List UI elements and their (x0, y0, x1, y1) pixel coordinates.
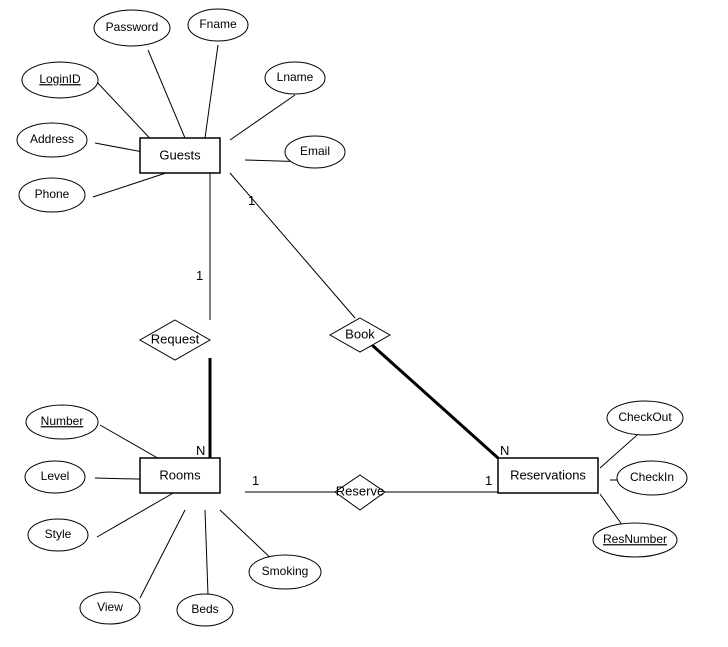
reserve-label: Reserve (336, 483, 384, 498)
fname-label: Fname (199, 17, 237, 31)
password-label: Password (106, 20, 159, 34)
book-label: Book (345, 326, 375, 341)
lname-label: Lname (277, 70, 314, 84)
email-label: Email (300, 144, 330, 158)
beds-label: Beds (191, 602, 218, 616)
cardinality-1-reserve-rooms: 1 (252, 473, 259, 488)
level-label: Level (41, 469, 70, 483)
cardinality-n-request: N (196, 443, 205, 458)
checkin-label: CheckIn (630, 470, 674, 484)
checkout-label: CheckOut (618, 410, 672, 424)
request-label: Request (151, 331, 200, 346)
phone-label: Phone (35, 187, 70, 201)
cardinality-1-request: 1 (196, 268, 203, 283)
cardinality-1-book-guests: 1 (248, 193, 255, 208)
er-diagram: N 1 1 N 1 1 Request Book Reserve Guests … (0, 0, 728, 647)
guests-label: Guests (159, 147, 201, 162)
style-label: Style (45, 527, 72, 541)
cardinality-n-book-reservations: N (500, 443, 509, 458)
view-label: View (97, 600, 123, 614)
cardinality-1-reserve-reservations: 1 (485, 473, 492, 488)
smoking-label: Smoking (262, 564, 309, 578)
reservations-label: Reservations (510, 467, 586, 482)
rooms-label: Rooms (159, 467, 201, 482)
number-label: Number (41, 414, 84, 428)
loginid-label: LoginID (39, 72, 81, 86)
resnumber-label: ResNumber (603, 532, 667, 546)
address-label: Address (30, 132, 74, 146)
